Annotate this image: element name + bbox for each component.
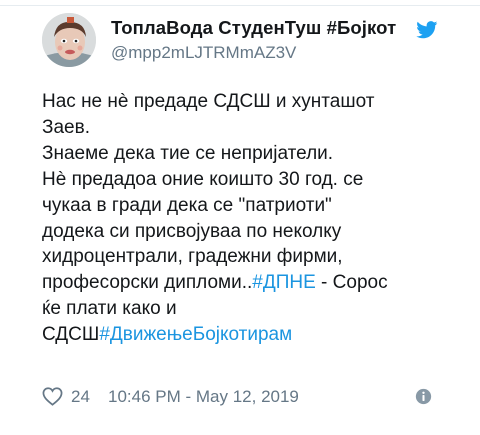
tweet-text-line: Нè предадоа оние коишто 30 год. се: [42, 168, 364, 190]
tweet-text-segment: - Сорос: [315, 272, 388, 294]
author-display-name[interactable]: ТоплаВода СтуденТуш #Бојкот: [111, 17, 416, 39]
tweet-text-line: Нас не нè предаде СДСШ и хунташот: [42, 91, 375, 112]
heart-icon[interactable]: [42, 387, 63, 406]
tweet-text-line: Знаеме дека тие се непријатели.: [42, 142, 334, 164]
author-handle[interactable]: @mpp2mLJTRMmAZ3V: [111, 43, 296, 63]
tweet-card[interactable]: ТоплаВода СтуденТуш #Бојкот @mpp2mLJTRMm…: [0, 0, 480, 435]
tweet-footer: 24 10:46 PM - May 12, 2019: [42, 384, 442, 410]
twitter-bird-icon[interactable]: [416, 21, 438, 39]
tweet-text-line: додека си присвојуваа по неколку: [42, 220, 342, 242]
info-icon[interactable]: [415, 388, 432, 405]
tweet-text-line: СДСШ#ДвижењеБојкотирам: [42, 322, 442, 348]
tweet-text-line: хидроцентрали, градежни фирми,: [42, 246, 343, 268]
tweet-text-line: Заев.: [42, 116, 90, 138]
tweet-text-segment: СДСШ: [42, 324, 100, 346]
tweet-text-segment: професорски дипломи..: [42, 272, 253, 294]
tweet-timestamp[interactable]: 10:46 PM - May 12, 2019: [108, 387, 299, 407]
hashtag-link-dpne[interactable]: #ДПНЕ: [252, 272, 316, 293]
like-count[interactable]: 24: [71, 387, 90, 407]
tweet-text-line: професорски дипломи..#ДПНЕ - Сорос: [42, 270, 442, 296]
avatar[interactable]: [42, 13, 96, 67]
tweet-text: Нас не нè предаде СДСШ и хунташот Заев. …: [42, 89, 442, 348]
user-avatar-image: [42, 13, 96, 67]
tweet-text-line: ќе плати како и: [42, 298, 177, 320]
tweet-text-line: чукаа в гради дека се "патриоти": [42, 194, 332, 216]
hashtag-link-dvizhenje-bojkotiram[interactable]: #ДвижењеБојкотирам: [99, 324, 292, 345]
